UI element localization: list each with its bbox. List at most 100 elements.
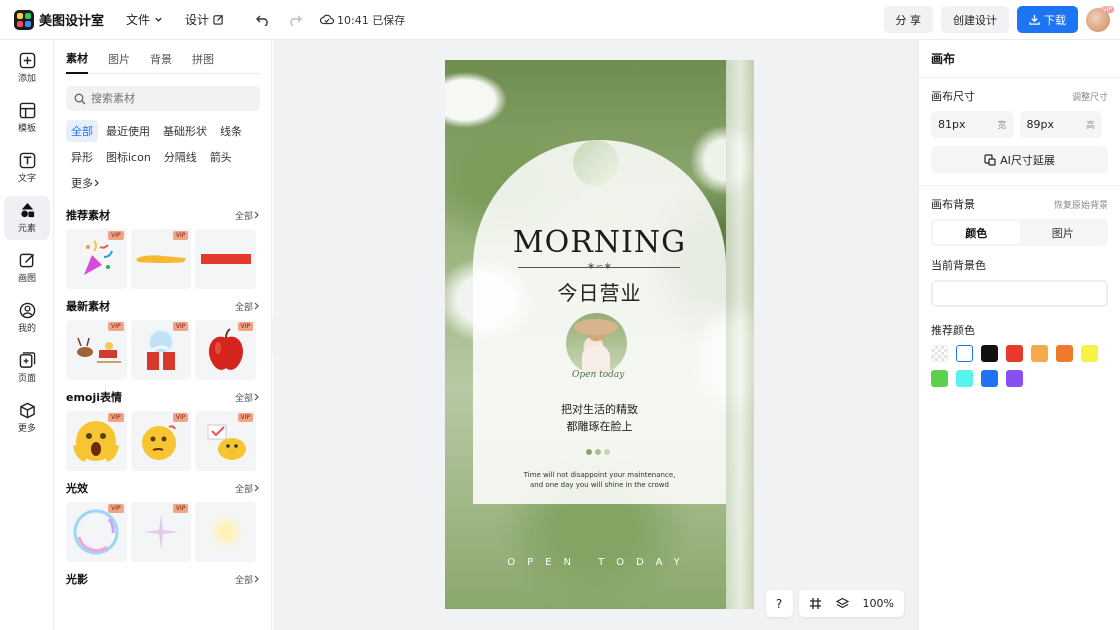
see-all-link[interactable]: 全部 bbox=[235, 391, 260, 404]
swatch-light-orange[interactable] bbox=[1031, 345, 1048, 362]
poster-circle-deco[interactable] bbox=[573, 140, 619, 186]
swatch-transparent[interactable] bbox=[931, 345, 948, 362]
see-all-link[interactable]: 全部 bbox=[235, 209, 260, 222]
rail-item-mine[interactable]: 我的 bbox=[4, 296, 50, 340]
category-lines[interactable]: 线条 bbox=[215, 120, 247, 142]
red-rectangle-shape bbox=[200, 254, 251, 264]
edit-icon bbox=[213, 14, 224, 25]
tab-images[interactable]: 图片 bbox=[108, 51, 130, 73]
create-design-button[interactable]: 创建设计 bbox=[941, 6, 1009, 33]
layers-button[interactable] bbox=[835, 597, 849, 610]
section-title: 光影 bbox=[66, 573, 88, 586]
swatch-blue[interactable] bbox=[981, 370, 998, 387]
rail-item-text[interactable]: 文字 bbox=[4, 146, 50, 190]
see-all-link[interactable]: 全部 bbox=[235, 482, 260, 495]
swatch-cyan[interactable] bbox=[956, 370, 973, 387]
height-field[interactable]: 89px 高 bbox=[1019, 111, 1102, 138]
restore-bg-link[interactable]: 恢复原始背景 bbox=[1054, 198, 1108, 211]
element-thumb[interactable]: VIP bbox=[66, 411, 127, 471]
ai-extend-button[interactable]: AI尺寸延展 bbox=[931, 146, 1108, 173]
element-thumb[interactable] bbox=[195, 229, 257, 289]
search-input[interactable] bbox=[91, 92, 241, 105]
share-button[interactable]: 分 享 bbox=[883, 6, 933, 33]
vip-badge: VIP bbox=[237, 413, 254, 422]
swatch-black[interactable] bbox=[981, 345, 998, 362]
category-icons[interactable]: 图标icon bbox=[101, 146, 156, 168]
see-all-link[interactable]: 全部 bbox=[235, 300, 260, 313]
vip-badge: VIP bbox=[172, 413, 189, 422]
vip-badge: VIP bbox=[108, 322, 124, 331]
element-thumb[interactable] bbox=[195, 502, 257, 562]
category-basic-shapes[interactable]: 基础形状 bbox=[158, 120, 212, 142]
bg-type-color[interactable]: 颜色 bbox=[933, 221, 1020, 244]
tab-backgrounds[interactable]: 背景 bbox=[150, 51, 172, 73]
category-dividers[interactable]: 分隔线 bbox=[159, 146, 202, 168]
poster-script-text[interactable]: Open today bbox=[572, 370, 624, 380]
poster-en-body[interactable]: Time will not disappoint your maintenanc… bbox=[445, 470, 754, 490]
canvas-area: MORNING ∗∽∗ 今日营业 Open today 把对生活的精致 都雕琢在… bbox=[273, 40, 918, 630]
category-arrows[interactable]: 箭头 bbox=[205, 146, 237, 168]
element-thumb[interactable]: VIP bbox=[195, 320, 257, 380]
file-menu[interactable]: 文件 bbox=[126, 11, 163, 28]
element-thumb[interactable]: VIP bbox=[130, 502, 192, 562]
poster-cn-title[interactable]: 今日营业 bbox=[445, 277, 754, 306]
search-box[interactable] bbox=[66, 86, 260, 111]
element-thumb[interactable]: VIP bbox=[130, 320, 192, 380]
rail-item-page[interactable]: 页面 bbox=[4, 346, 50, 390]
poster-portrait-photo[interactable] bbox=[566, 313, 627, 374]
ai-extend-label: AI尺寸延展 bbox=[1000, 153, 1055, 167]
rail-item-elements[interactable]: 元素 bbox=[4, 196, 50, 240]
grid-button[interactable] bbox=[809, 597, 822, 610]
element-thumb[interactable]: VIP bbox=[130, 411, 192, 471]
category-all[interactable]: 全部 bbox=[66, 120, 98, 142]
element-thumb[interactable]: VIP bbox=[66, 320, 127, 380]
rail-item-more[interactable]: 更多 bbox=[4, 396, 50, 440]
poster-heading[interactable]: MORNING bbox=[445, 225, 754, 260]
user-avatar[interactable]: VIP bbox=[1086, 5, 1114, 32]
element-thumb[interactable]: VIP bbox=[66, 229, 127, 289]
width-field[interactable]: 81px 宽 bbox=[931, 111, 1014, 138]
screaming-emoji-icon bbox=[73, 421, 120, 462]
element-thumb[interactable]: VIP bbox=[66, 502, 127, 562]
resize-link[interactable]: 调整尺寸 bbox=[1072, 90, 1108, 103]
chevron-right-icon bbox=[254, 484, 259, 492]
section-title: 最新素材 bbox=[66, 300, 110, 313]
width-value: 81px bbox=[938, 118, 966, 131]
design-canvas[interactable]: MORNING ∗∽∗ 今日营业 Open today 把对生活的精致 都雕琢在… bbox=[445, 60, 754, 609]
swatch-red[interactable] bbox=[1006, 345, 1023, 362]
swatch-green[interactable] bbox=[931, 370, 948, 387]
current-bg-color-field[interactable] bbox=[931, 280, 1108, 307]
tab-collage[interactable]: 拼图 bbox=[192, 51, 214, 73]
redo-button[interactable] bbox=[288, 14, 303, 26]
poster-cn-body[interactable]: 把对生活的精致 都雕琢在脸上 bbox=[445, 401, 754, 435]
category-irregular[interactable]: 异形 bbox=[66, 146, 98, 168]
download-button[interactable]: 下载 bbox=[1017, 6, 1078, 33]
design-menu[interactable]: 设计 bbox=[185, 11, 224, 28]
width-unit: 宽 bbox=[997, 121, 1007, 131]
poster-footer[interactable]: OPEN TODAY bbox=[445, 557, 754, 568]
rail-item-draw[interactable]: 画图 bbox=[4, 246, 50, 290]
rail-label: 元素 bbox=[17, 224, 36, 234]
swatch-orange[interactable] bbox=[1056, 345, 1073, 362]
swatch-purple[interactable] bbox=[1006, 370, 1023, 387]
help-button[interactable]: ? bbox=[765, 590, 793, 617]
section-light-effects: 光效 全部 bbox=[66, 479, 260, 497]
app-logo[interactable]: 美图设计室 bbox=[14, 9, 104, 30]
element-thumb[interactable]: VIP bbox=[195, 411, 257, 471]
rail-item-add[interactable]: 添加 bbox=[4, 46, 50, 90]
see-all-link[interactable]: 全部 bbox=[235, 573, 260, 586]
swatch-white[interactable] bbox=[956, 345, 973, 362]
bg-type-image[interactable]: 图片 bbox=[1020, 221, 1107, 244]
zoom-level[interactable]: 100% bbox=[863, 597, 894, 610]
vip-badge: VIP bbox=[108, 413, 124, 422]
section-title: emoji表情 bbox=[66, 391, 123, 404]
swatch-yellow[interactable] bbox=[1081, 345, 1098, 362]
element-thumb[interactable]: VIP bbox=[130, 229, 192, 289]
see-all-label: 全部 bbox=[234, 575, 253, 586]
category-more[interactable]: 更多 bbox=[66, 172, 105, 194]
rail-item-template[interactable]: 模板 bbox=[4, 96, 50, 140]
tab-materials[interactable]: 素材 bbox=[66, 50, 88, 74]
undo-button[interactable] bbox=[256, 14, 270, 26]
category-recent[interactable]: 最近使用 bbox=[101, 120, 155, 142]
save-status-text: 10:41 已保存 bbox=[337, 13, 406, 27]
